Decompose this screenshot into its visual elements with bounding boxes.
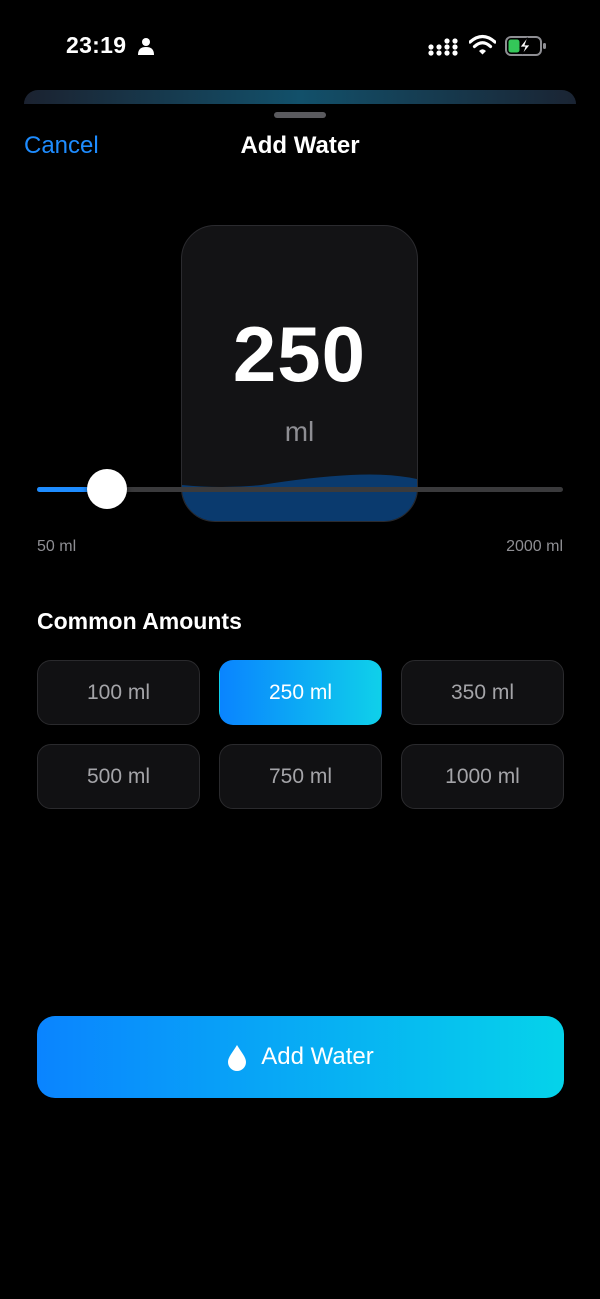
amount-chip-100[interactable]: 100 ml bbox=[37, 660, 200, 725]
common-amounts-grid: 100 ml 250 ml 350 ml 500 ml 750 ml 1000 … bbox=[37, 660, 564, 809]
wifi-icon bbox=[469, 34, 496, 55]
signal-icon bbox=[428, 38, 458, 56]
amount-chip-250[interactable]: 250 ml bbox=[219, 660, 382, 725]
amount-chip-1000[interactable]: 1000 ml bbox=[401, 744, 564, 809]
amount-slider[interactable] bbox=[37, 466, 563, 512]
battery-charging-icon bbox=[505, 36, 546, 56]
water-drop-icon bbox=[228, 1044, 247, 1071]
amount-unit: ml bbox=[284, 416, 315, 447]
slider-thumb[interactable] bbox=[87, 469, 127, 509]
amount-chip-750[interactable]: 750 ml bbox=[219, 744, 382, 809]
person-icon bbox=[138, 38, 154, 55]
sheet-grabber[interactable] bbox=[274, 112, 326, 118]
status-bar: 23:19 bbox=[0, 0, 600, 92]
slider-max-label: 2000 ml bbox=[506, 538, 563, 555]
status-time: 23:19 bbox=[66, 32, 127, 58]
add-water-button-label: Add Water bbox=[261, 1043, 374, 1070]
amount-chip-500[interactable]: 500 ml bbox=[37, 744, 200, 809]
slider-min-label: 50 ml bbox=[37, 538, 77, 555]
amount-value: 250 bbox=[232, 310, 367, 398]
add-water-button[interactable]: Add Water bbox=[37, 1016, 564, 1098]
sheet-title: Add Water bbox=[240, 132, 360, 159]
amount-chip-350[interactable]: 350 ml bbox=[401, 660, 564, 725]
add-water-screen: 23:19 Cancel Add Water 250 ml 50 ml 2000… bbox=[0, 0, 600, 1299]
common-amounts-title: Common Amounts bbox=[37, 608, 242, 634]
